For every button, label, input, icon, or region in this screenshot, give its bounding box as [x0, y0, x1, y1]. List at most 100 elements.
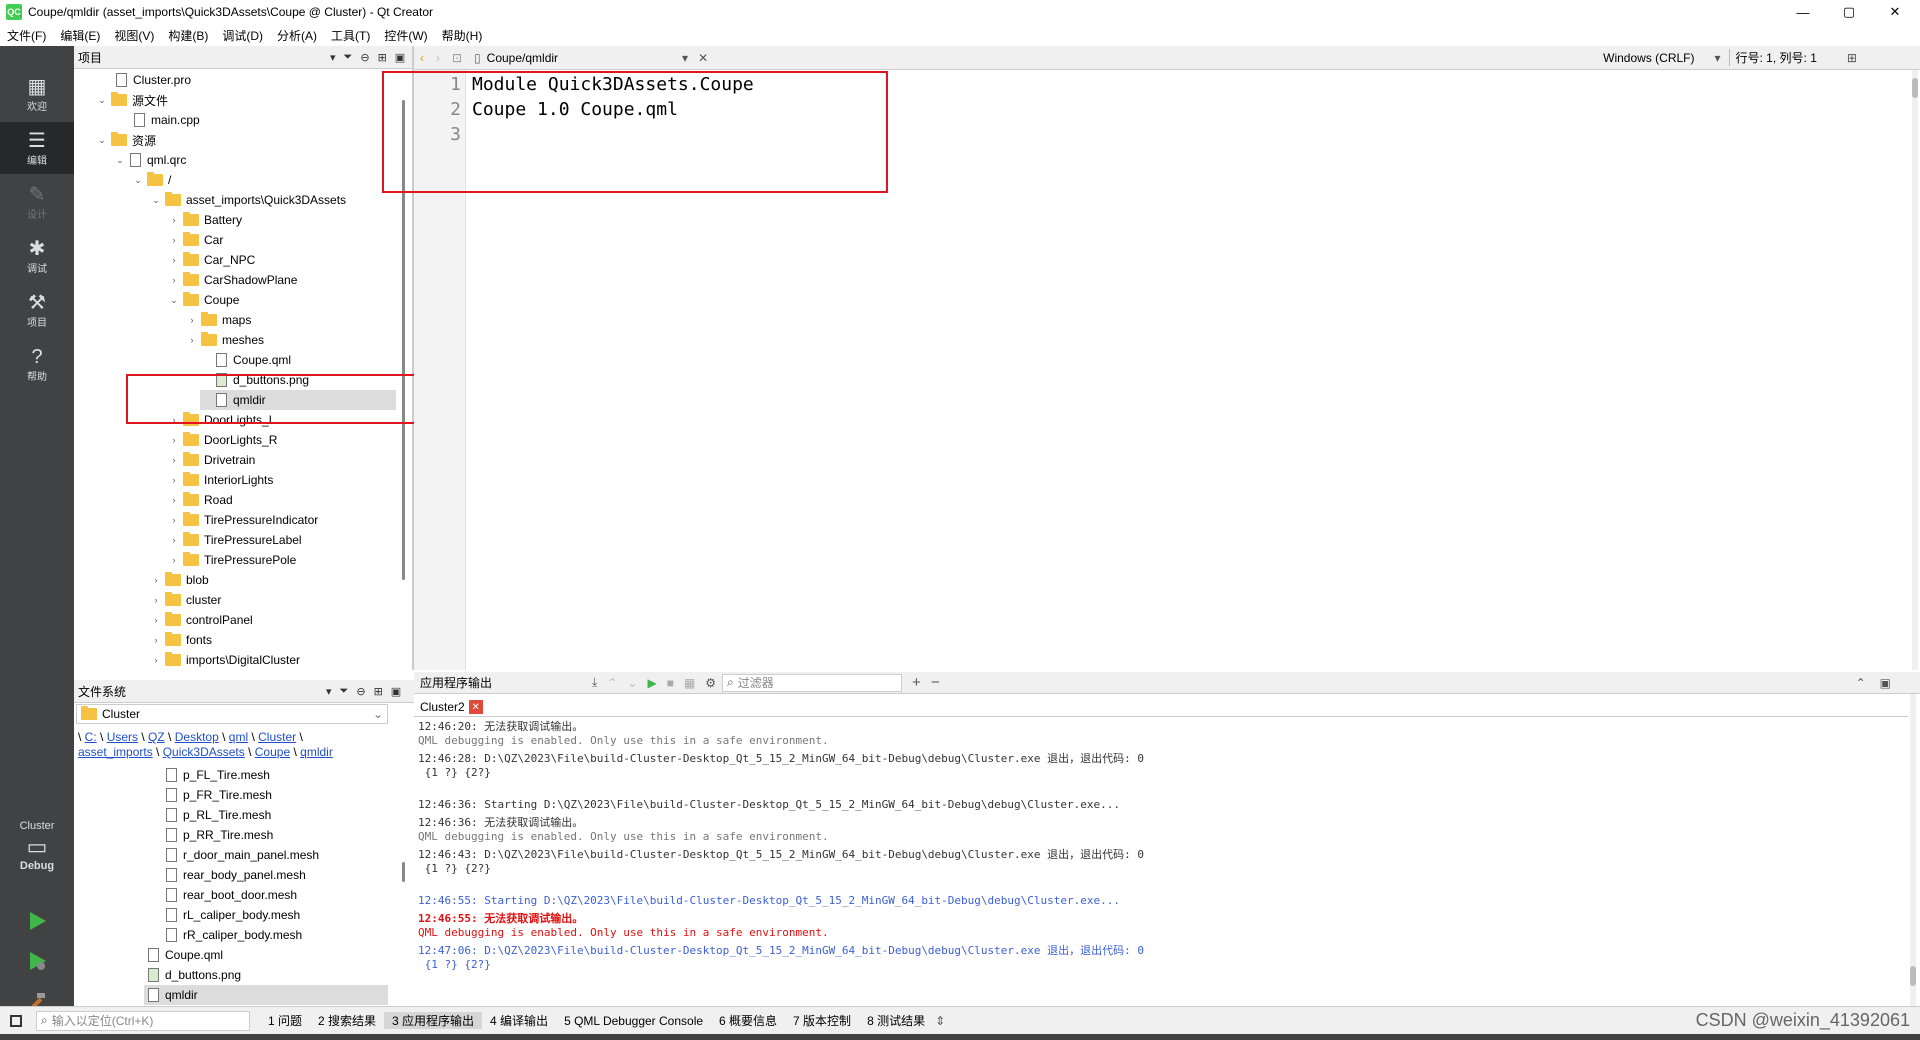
- run-button[interactable]: [22, 906, 52, 936]
- breadcrumb-item[interactable]: Desktop: [175, 730, 219, 744]
- fs-item[interactable]: rear_boot_door.mesh: [162, 885, 297, 905]
- split-icon[interactable]: ⊞: [378, 51, 387, 64]
- mode-design[interactable]: ✎ 设计: [0, 176, 74, 228]
- tree-arrow[interactable]: ›: [168, 215, 180, 225]
- application-output[interactable]: 12:46:20: 无法获取调试输出。 QML debugging is ena…: [414, 718, 1908, 1014]
- document-dropdown-icon[interactable]: ▾: [682, 51, 688, 65]
- tree-item[interactable]: › maps: [186, 310, 251, 330]
- close-pane-icon[interactable]: ▣: [391, 685, 401, 698]
- fs-item[interactable]: d_buttons.png: [144, 965, 241, 985]
- menu-analyze[interactable]: 分析(A): [270, 27, 324, 44]
- menu-view[interactable]: 视图(V): [107, 27, 161, 44]
- toggle-sidebar-icon[interactable]: [10, 1014, 22, 1027]
- rerun-icon[interactable]: ▶: [647, 676, 656, 690]
- tree-arrow[interactable]: ›: [168, 255, 180, 265]
- tree-arrow[interactable]: ⌄: [96, 135, 108, 146]
- tree-item[interactable]: › Drivetrain: [168, 450, 255, 470]
- tree-item[interactable]: ⌄ qml.qrc: [114, 150, 186, 170]
- output-filter-input[interactable]: ⌕ 过滤器: [722, 673, 903, 692]
- down-arrow-icon[interactable]: ⌄: [627, 676, 637, 690]
- tree-arrow[interactable]: ›: [150, 635, 162, 645]
- tree-item[interactable]: › InteriorLights: [168, 470, 273, 490]
- scrollbar-thumb[interactable]: [1910, 966, 1916, 986]
- menu-help[interactable]: 帮助(H): [435, 27, 490, 44]
- tree-item[interactable]: › Car: [168, 230, 223, 250]
- breadcrumb-item[interactable]: C:: [85, 730, 97, 744]
- link-icon[interactable]: ⊖: [360, 51, 369, 64]
- back-arrow-icon[interactable]: ‹: [420, 51, 424, 65]
- tree-arrow[interactable]: ›: [150, 655, 162, 665]
- menu-window[interactable]: 控件(W): [377, 27, 434, 44]
- tree-arrow[interactable]: ›: [168, 435, 180, 445]
- filesystem-root-selector[interactable]: Cluster ⌄: [76, 704, 388, 724]
- fs-item[interactable]: rR_caliper_body.mesh: [162, 925, 302, 945]
- fs-item[interactable]: p_FR_Tire.mesh: [162, 785, 272, 805]
- fs-item[interactable]: rear_body_panel.mesh: [162, 865, 306, 885]
- breadcrumb-item[interactable]: qmldir: [300, 745, 333, 759]
- output-scrollbar[interactable]: [1910, 694, 1916, 1006]
- tree-item[interactable]: › TirePressureIndicator: [168, 510, 318, 530]
- mode-help[interactable]: ? 帮助: [0, 338, 74, 390]
- mode-welcome[interactable]: ▦ 欢迎: [0, 68, 74, 120]
- tree-arrow[interactable]: ›: [150, 595, 162, 605]
- gear-icon[interactable]: ⚙: [705, 676, 716, 690]
- tree-arrow[interactable]: ⌄: [150, 195, 162, 206]
- mode-projects[interactable]: ⚒ 项目: [0, 284, 74, 336]
- tree-arrow[interactable]: ›: [168, 475, 180, 485]
- fs-item[interactable]: p_FL_Tire.mesh: [162, 765, 270, 785]
- tree-item[interactable]: › Road: [168, 490, 233, 510]
- tree-item[interactable]: ⌄ Coupe: [168, 290, 239, 310]
- tree-arrow[interactable]: ›: [168, 495, 180, 505]
- tree-arrow[interactable]: ›: [168, 535, 180, 545]
- reattach-icon[interactable]: ⤓: [592, 675, 597, 690]
- breadcrumb-item[interactable]: Cluster: [258, 730, 296, 744]
- debug-run-button[interactable]: [22, 946, 52, 976]
- link-icon[interactable]: ⊖: [356, 685, 365, 698]
- scrollbar-thumb[interactable]: [402, 862, 405, 882]
- chevron-down-icon[interactable]: ▾: [330, 51, 336, 64]
- close-tab-icon[interactable]: ✕: [468, 700, 483, 714]
- split-icon[interactable]: ⊞: [374, 685, 383, 698]
- breadcrumb-item[interactable]: qml: [229, 730, 248, 744]
- tree-item[interactable]: › Battery: [168, 210, 242, 230]
- tree-item[interactable]: › DoorLights_R: [168, 430, 277, 450]
- chevron-down-icon[interactable]: ⌄: [373, 707, 383, 721]
- tree-arrow[interactable]: ›: [168, 455, 180, 465]
- minus-icon[interactable]: −: [931, 674, 940, 691]
- tree-item[interactable]: › cluster: [150, 590, 221, 610]
- tree-item[interactable]: Coupe.qml: [200, 350, 291, 370]
- breadcrumb-item[interactable]: QZ: [148, 730, 165, 744]
- fs-item[interactable]: rL_caliper_body.mesh: [162, 905, 300, 925]
- tree-item[interactable]: › TirePressureLabel: [168, 530, 302, 550]
- tree-item[interactable]: ⌄ 资源: [96, 130, 156, 150]
- tree-arrow[interactable]: ›: [168, 235, 180, 245]
- tree-item[interactable]: › meshes: [186, 330, 264, 350]
- tree-item[interactable]: › fonts: [150, 630, 212, 650]
- tree-item[interactable]: ⌄ asset_imports\Quick3DAssets: [150, 190, 346, 210]
- output-tab[interactable]: Cluster2 ✕: [420, 698, 483, 716]
- menu-debug[interactable]: 调试(D): [215, 27, 270, 44]
- maximize-button[interactable]: ▢: [1826, 0, 1872, 24]
- cursor-position[interactable]: 行号: 1, 列号: 1: [1728, 49, 1817, 66]
- close-button[interactable]: ✕: [1872, 0, 1918, 24]
- forward-arrow-icon[interactable]: ›: [436, 51, 440, 65]
- tree-arrow[interactable]: ›: [150, 575, 162, 585]
- stop-icon[interactable]: ■: [667, 676, 674, 690]
- fs-item[interactable]: p_RL_Tire.mesh: [162, 805, 271, 825]
- tree-arrow[interactable]: ›: [150, 615, 162, 625]
- breadcrumb-item[interactable]: asset_imports: [78, 745, 153, 759]
- breadcrumb-item[interactable]: Quick3DAssets: [163, 745, 245, 759]
- tree-item[interactable]: › TirePressurePole: [168, 550, 296, 570]
- more-tabs-icon[interactable]: ⇕: [935, 1014, 945, 1028]
- tree-arrow[interactable]: ⌄: [168, 295, 180, 306]
- menu-tools[interactable]: 工具(T): [324, 27, 377, 44]
- fs-item-selected[interactable]: qmldir: [144, 985, 388, 1005]
- tab-qml-debugger-console[interactable]: 5 QML Debugger Console: [556, 1014, 711, 1028]
- scrollbar-thumb[interactable]: [1912, 78, 1918, 98]
- tree-item[interactable]: Cluster.pro: [100, 70, 191, 90]
- tab-issues[interactable]: 1 问题: [260, 1012, 310, 1029]
- up-arrow-icon[interactable]: ⌃: [607, 676, 617, 690]
- tree-item[interactable]: ⌄ 源文件: [96, 90, 168, 110]
- menu-build[interactable]: 构建(B): [161, 27, 215, 44]
- menu-edit[interactable]: 编辑(E): [53, 27, 107, 44]
